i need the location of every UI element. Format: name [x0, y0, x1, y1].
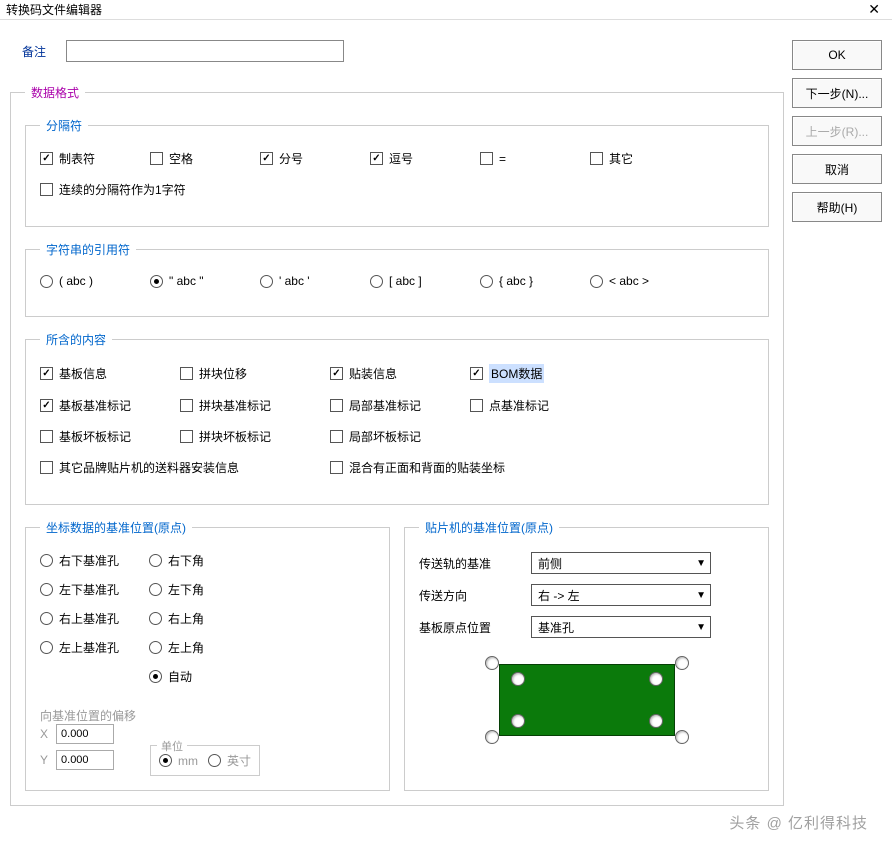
ok-button[interactable]: OK — [792, 40, 882, 70]
rb-bracket[interactable]: [ abc ] — [370, 274, 470, 288]
cb-tab[interactable]: 制表符 — [40, 150, 140, 167]
separator-group: 分隔符 制表符 空格 分号 逗号 = 其它 连续的分隔符作为1字符 — [25, 117, 769, 227]
cb-local-fiducial[interactable]: 局部基准标记 — [330, 397, 460, 414]
cb-base-bad[interactable]: 基板坏板标记 — [40, 428, 170, 445]
unit-group: 单位 mm 英寸 — [150, 745, 260, 776]
rail-select[interactable]: 前侧▼ — [531, 552, 711, 574]
offset-label: 向基准位置的偏移 — [40, 707, 136, 724]
direction-select[interactable]: 右 -> 左▼ — [531, 584, 711, 606]
quote-legend: 字符串的引用符 — [40, 241, 136, 258]
rb-unit-inch[interactable]: 英寸 — [208, 752, 251, 769]
rb-paren[interactable]: ( abc ) — [40, 274, 140, 288]
cb-mixed[interactable]: 混合有正面和背面的贴装坐标 — [330, 459, 610, 476]
remark-label: 备注 — [22, 43, 46, 60]
separator-legend: 分隔符 — [40, 117, 88, 134]
rb-origin-lt[interactable]: 左上基准孔 — [40, 639, 119, 656]
cb-other-feeder[interactable]: 其它品牌贴片机的送料器安装信息 — [40, 459, 320, 476]
cb-space[interactable]: 空格 — [150, 150, 250, 167]
rb-origin-rtc[interactable]: 右上角 — [149, 610, 204, 627]
cb-base-fiducial[interactable]: 基板基准标记 — [40, 397, 170, 414]
rb-origin-rbc[interactable]: 右下角 — [149, 552, 204, 569]
rb-origin-lbc[interactable]: 左下角 — [149, 581, 204, 598]
machine-origin-legend: 贴片机的基准位置(原点) — [419, 519, 559, 536]
content-legend: 所含的内容 — [40, 331, 112, 348]
origin-group: 坐标数据的基准位置(原点) 右下基准孔 左下基准孔 右上基准孔 左上基准孔 右下… — [25, 519, 390, 791]
offset-y-input[interactable] — [56, 750, 114, 770]
cb-equals[interactable]: = — [480, 150, 580, 167]
quote-group: 字符串的引用符 ( abc ) " abc " ' abc ' [ abc ] … — [25, 241, 769, 317]
cb-local-bad[interactable]: 局部坏板标记 — [330, 428, 460, 445]
offset-x-input[interactable] — [56, 724, 114, 744]
next-button[interactable]: 下一步(N)... — [792, 78, 882, 108]
cb-point-fiducial[interactable]: 点基准标记 — [470, 397, 600, 414]
machine-origin-group: 贴片机的基准位置(原点) 传送轨的基准 前侧▼ 传送方向 右 -> 左▼ 基板原… — [404, 519, 769, 791]
rb-angle[interactable]: < abc > — [590, 274, 690, 288]
board-origin-select[interactable]: 基准孔▼ — [531, 616, 711, 638]
cb-semicolon[interactable]: 分号 — [260, 150, 360, 167]
window-title: 转换码文件编辑器 — [6, 1, 102, 18]
cb-panel-offset[interactable]: 拼块位移 — [180, 364, 320, 383]
rb-squote[interactable]: ' abc ' — [260, 274, 360, 288]
cb-mount-info[interactable]: 贴装信息 — [330, 364, 460, 383]
rb-origin-rt[interactable]: 右上基准孔 — [40, 610, 119, 627]
rail-label: 传送轨的基准 — [419, 555, 519, 572]
content-group: 所含的内容 基板信息 拼块位移 贴装信息 BOM数据 基板基准标记 拼块基准标记… — [25, 331, 769, 505]
data-format-legend: 数据格式 — [25, 84, 85, 101]
rb-origin-rb[interactable]: 右下基准孔 — [40, 552, 119, 569]
close-icon[interactable]: ✕ — [862, 1, 886, 18]
cb-panel-fiducial[interactable]: 拼块基准标记 — [180, 397, 320, 414]
direction-label: 传送方向 — [419, 587, 519, 604]
chevron-down-icon: ▼ — [696, 558, 706, 569]
rb-origin-auto[interactable]: 自动 — [149, 668, 204, 685]
prev-button[interactable]: 上一步(R)... — [792, 116, 882, 146]
cb-other[interactable]: 其它 — [590, 150, 690, 167]
help-button[interactable]: 帮助(H) — [792, 192, 882, 222]
remark-input[interactable] — [66, 40, 344, 62]
cb-panel-bad[interactable]: 拼块坏板标记 — [180, 428, 320, 445]
cb-consecutive[interactable]: 连续的分隔符作为1字符 — [40, 181, 320, 198]
pcb-illustration — [477, 652, 697, 748]
chevron-down-icon: ▼ — [696, 590, 706, 601]
origin-legend: 坐标数据的基准位置(原点) — [40, 519, 192, 536]
rb-origin-lb[interactable]: 左下基准孔 — [40, 581, 119, 598]
data-format-group: 数据格式 分隔符 制表符 空格 分号 逗号 = 其它 连续的分隔符作为1字符 字… — [10, 84, 784, 806]
rb-unit-mm[interactable]: mm — [159, 752, 198, 769]
cb-base-info[interactable]: 基板信息 — [40, 364, 170, 383]
board-origin-label: 基板原点位置 — [419, 619, 519, 636]
cb-comma[interactable]: 逗号 — [370, 150, 470, 167]
rb-brace[interactable]: { abc } — [480, 274, 580, 288]
rb-dquote[interactable]: " abc " — [150, 274, 250, 288]
chevron-down-icon: ▼ — [696, 622, 706, 633]
rb-origin-ltc[interactable]: 左上角 — [149, 639, 204, 656]
cancel-button[interactable]: 取消 — [792, 154, 882, 184]
watermark-text: 头条 @ 亿利得科技 — [729, 812, 868, 833]
cb-bom[interactable]: BOM数据 — [470, 364, 600, 383]
